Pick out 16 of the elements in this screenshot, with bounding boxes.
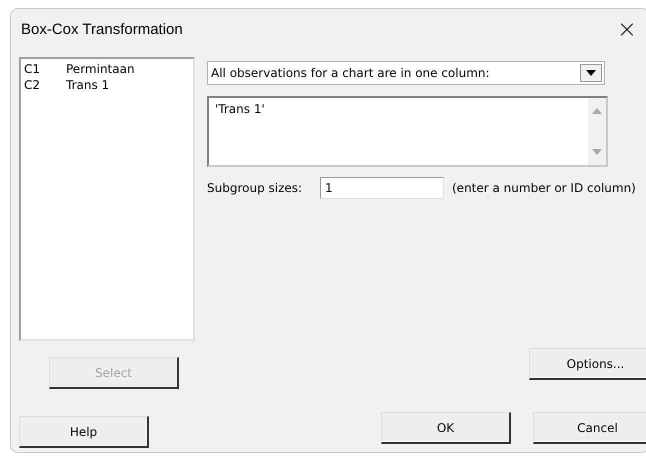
help-button[interactable]: Help	[19, 416, 149, 448]
options-button[interactable]: Options...	[529, 348, 646, 380]
window-title: Box-Cox Transformation	[21, 20, 183, 38]
ok-button[interactable]: OK	[381, 412, 511, 444]
scroll-up-icon[interactable]	[592, 108, 602, 114]
variable-item[interactable]: C2 Trans 1	[23, 77, 191, 93]
columns-text-area[interactable]: 'Trans 1'	[207, 96, 608, 167]
subgroup-hint: (enter a number or ID column)	[452, 181, 636, 195]
subgroup-input[interactable]: 1	[320, 177, 444, 199]
cancel-button[interactable]: Cancel	[533, 412, 646, 444]
subgroup-label: Subgroup sizes:	[207, 181, 304, 195]
layout-dropdown[interactable]: All observations for a chart are in one column:	[207, 61, 605, 85]
scroll-down-icon[interactable]	[592, 149, 602, 155]
scrollbar[interactable]	[588, 98, 606, 165]
close-button[interactable]: ×	[610, 15, 643, 43]
variable-item[interactable]: C1 Permintaan	[23, 61, 191, 77]
